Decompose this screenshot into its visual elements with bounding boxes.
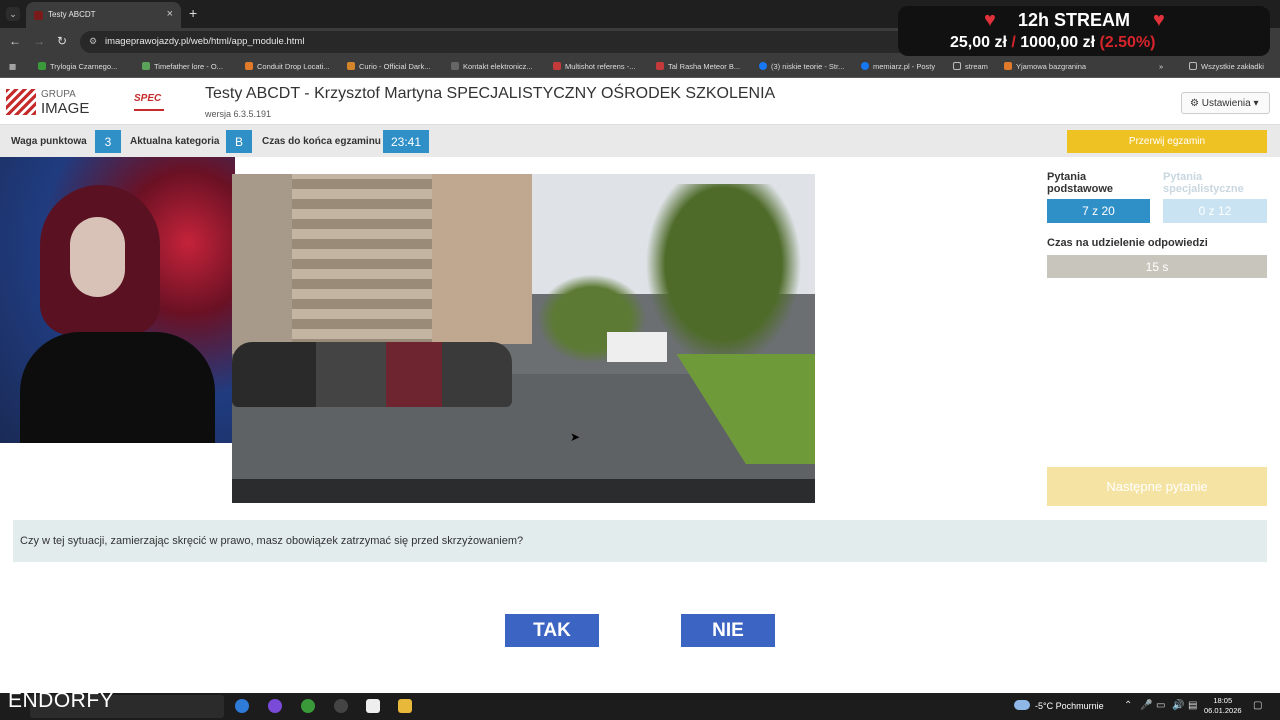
facebook-icon [861, 62, 869, 70]
grupa-image-logo-icon [6, 89, 36, 115]
bookmark-item[interactable]: memiarz.pl - Posty [861, 62, 935, 71]
more-bookmarks-icon[interactable]: » [1159, 62, 1163, 71]
file-explorer-icon[interactable] [398, 699, 412, 713]
spec-logo: SPEC [134, 93, 164, 111]
weight-value: 3 [95, 130, 121, 153]
caret-down-icon: ▾ [1250, 98, 1259, 109]
basic-questions-label: Pytania podstawowe [1047, 171, 1114, 195]
bookmark-favicon-icon [142, 62, 150, 70]
answer-yes-button[interactable]: TAK [505, 614, 599, 647]
webcam-overlay [0, 157, 235, 443]
site-info-icon[interactable]: ⚙ [89, 36, 97, 47]
stop-exam-button[interactable]: Przerwij egzamin [1067, 130, 1267, 153]
url-text: imageprawojazdy.pl/web/html/app_module.h… [105, 36, 305, 47]
special-questions-count: 0 z 12 [1163, 199, 1267, 223]
network-icon[interactable]: ▤ [1188, 700, 1197, 711]
bookmark-item[interactable]: Tal Rasha Meteor B... [656, 62, 740, 71]
close-tab-icon[interactable]: × [167, 8, 173, 20]
separator: / [1011, 34, 1021, 51]
stream-overlay: ♥ 12h STREAM ♥ 25,00 zł / 1000,00 zł (2.… [898, 6, 1270, 56]
mic-icon[interactable]: 🎤 [1140, 700, 1152, 711]
clock-date: 06.01.2026 [1204, 706, 1242, 715]
bookmark-favicon-icon [1004, 62, 1012, 70]
gear-icon: ⚙ [1190, 98, 1202, 109]
bookmark-item[interactable]: Kontakt elektronicz... [451, 62, 533, 71]
heart-icon: ♥ [1153, 9, 1165, 31]
bookmark-favicon-icon [553, 62, 561, 70]
bookmark-favicon-icon [245, 62, 253, 70]
special-questions-label: Pytania specjalistyczne [1163, 171, 1244, 195]
next-question-button[interactable]: Następne pytanie [1047, 467, 1267, 506]
tab-title: Testy ABCDT [48, 10, 96, 19]
bookmark-favicon-icon [347, 62, 355, 70]
logo-text-bottom: IMAGE [41, 100, 90, 117]
bookmark-item[interactable]: (3) niskie teorie - Str... [759, 62, 844, 71]
app-icon[interactable] [268, 699, 282, 713]
category-label: Aktualna kategoria [130, 136, 220, 147]
question-video [232, 174, 815, 503]
bookmark-item[interactable]: Trylogia Czarnego... [38, 62, 117, 71]
heart-icon: ♥ [984, 9, 996, 31]
question-text: Czy w tej sytuacji, zamierzając skręcić … [13, 520, 1267, 562]
notifications-icon[interactable]: ▢ [1253, 700, 1262, 711]
apps-grid-icon[interactable]: ▦ [9, 62, 16, 71]
app-icon[interactable] [366, 699, 380, 713]
browser-tab[interactable]: Testy ABCDT × [26, 2, 181, 28]
bookmark-favicon-icon [451, 62, 459, 70]
tab-favicon-icon [34, 11, 43, 20]
facebook-icon [759, 62, 767, 70]
endorfy-watermark: ENDORFY [8, 689, 115, 712]
weather-text[interactable]: -5°C Pochmurnie [1035, 701, 1104, 711]
answer-no-button[interactable]: NIE [681, 614, 775, 647]
taskbar: ENDORFY -5°C Pochmurnie ⌃ 🎤 ▭ 🔊 ▤ 18:05 … [0, 689, 1280, 720]
chrome-icon[interactable] [301, 699, 315, 713]
basic-questions-count: 7 z 20 [1047, 199, 1150, 223]
obs-icon[interactable] [334, 699, 348, 713]
page-title: Testy ABCDT - Krzysztof Martyna SPECJALI… [205, 85, 776, 102]
folder-icon [1189, 62, 1197, 70]
exam-info-bar: Waga punktowa 3 Aktualna kategoria B Cza… [0, 125, 1280, 157]
donation-progress: 25,00 zł / 1000,00 zł (2.50%) [950, 34, 1156, 52]
cloud-icon [1014, 700, 1030, 710]
time-left-value: 23:41 [383, 130, 429, 153]
donation-amount: 25,00 zł [950, 34, 1007, 51]
bookmark-favicon-icon [656, 62, 664, 70]
app-version: wersja 6.3.5.191 [205, 109, 272, 119]
back-icon[interactable]: ← [9, 34, 21, 48]
bookmark-favicon-icon [38, 62, 46, 70]
folder-icon [953, 62, 961, 70]
speaker-icon[interactable]: 🔊 [1172, 700, 1184, 711]
donation-percent: (2.50%) [1099, 34, 1156, 51]
copilot-icon[interactable] [235, 699, 249, 713]
bookmark-item[interactable]: Multishot referens -... [553, 62, 635, 71]
bookmark-item[interactable]: Conduit Drop Locati... [245, 62, 330, 71]
taskbar-clock[interactable]: 18:05 06.01.2026 [1204, 696, 1242, 716]
stream-title: 12h STREAM [1018, 10, 1131, 30]
category-value: B [226, 130, 252, 153]
answer-time-label: Czas na udzielenie odpowiedzi [1047, 237, 1208, 249]
forward-icon[interactable]: → [33, 34, 45, 48]
donation-goal: 1000,00 zł [1020, 34, 1096, 51]
tray-chevron-icon[interactable]: ⌃ [1124, 700, 1132, 711]
new-tab-icon[interactable]: + [189, 5, 197, 21]
mouse-cursor-icon: ➤ [570, 430, 581, 444]
bookmark-folder[interactable]: stream [953, 62, 988, 71]
bookmark-item[interactable]: Yjamowa bazgranina [1004, 62, 1086, 71]
tab-search-icon[interactable]: ⌄ [6, 7, 20, 21]
bookmark-item[interactable]: Curio - Official Dark... [347, 62, 431, 71]
monitor-icon[interactable]: ▭ [1156, 700, 1165, 711]
answer-time-bar: 15 s [1047, 255, 1267, 278]
reload-icon[interactable]: ↻ [57, 34, 67, 48]
clock-time: 18:05 [1213, 696, 1233, 705]
all-bookmarks-folder[interactable]: Wszystkie zakładki [1189, 62, 1264, 71]
settings-button[interactable]: ⚙ Ustawienia ▾ [1181, 92, 1270, 114]
weight-label: Waga punktowa [11, 136, 87, 147]
bookmarks-bar: ▦ Trylogia Czarnego... Timefather lore -… [0, 56, 1280, 78]
bookmark-item[interactable]: Timefather lore - O... [142, 62, 223, 71]
app-header: GRUPA IMAGE SPEC Testy ABCDT - Krzysztof… [0, 78, 1280, 125]
time-left-label: Czas do końca egzaminu [262, 136, 381, 147]
logo-text-top: GRUPA [41, 89, 76, 100]
